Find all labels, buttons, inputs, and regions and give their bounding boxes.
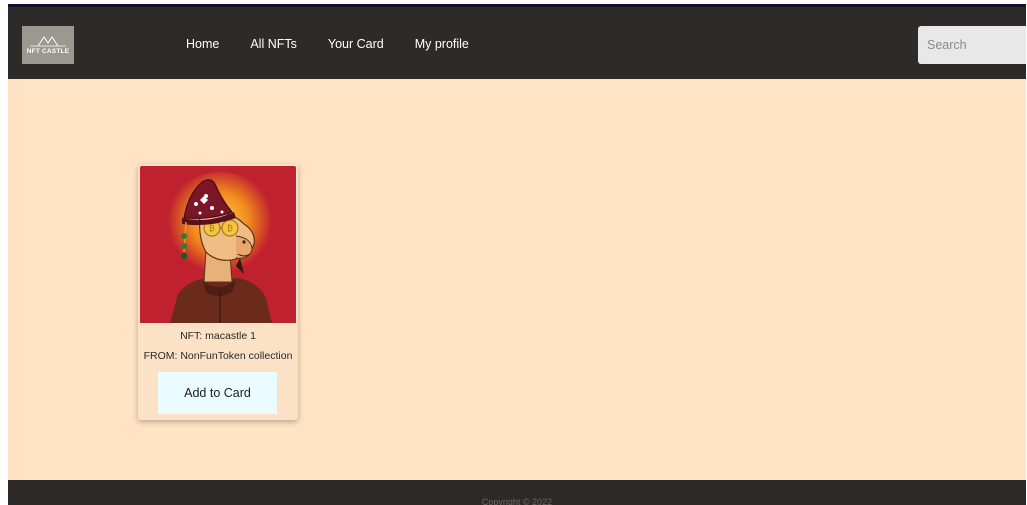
- nav-link-my-profile[interactable]: My profile: [415, 36, 469, 52]
- svg-text:₿: ₿: [209, 224, 215, 233]
- nft-collection: FROM: NonFunToken collection: [143, 350, 293, 362]
- nav-link-all-nfts[interactable]: All NFTs: [250, 36, 297, 52]
- footer: Copyright © 2022: [8, 480, 1026, 505]
- camel-nft-art-icon: ₿ ₿: [140, 166, 296, 323]
- svg-text:₿: ₿: [227, 224, 233, 233]
- page-frame: NFT CASTLE Home All NFTs Your Card My pr…: [8, 4, 1026, 505]
- search-input[interactable]: [918, 26, 1026, 64]
- logo-text: NFT CASTLE: [26, 48, 70, 55]
- nft-title: NFT: macastle 1: [180, 330, 256, 342]
- nft-image: ₿ ₿: [140, 166, 296, 323]
- add-to-card-button[interactable]: Add to Card: [158, 372, 277, 414]
- nav-link-home[interactable]: Home: [186, 36, 219, 52]
- nav-link-your-card[interactable]: Your Card: [328, 36, 384, 52]
- main-nav: Home All NFTs Your Card My profile: [186, 36, 500, 52]
- mountain-logo-icon: [30, 36, 66, 47]
- site-logo[interactable]: NFT CASTLE: [22, 26, 74, 64]
- nft-card: ₿ ₿ NFT: macastle 1 FROM: NonFunToken co…: [138, 164, 298, 420]
- footer-copyright: Copyright © 2022: [481, 497, 553, 505]
- navbar: NFT CASTLE Home All NFTs Your Card My pr…: [8, 4, 1026, 79]
